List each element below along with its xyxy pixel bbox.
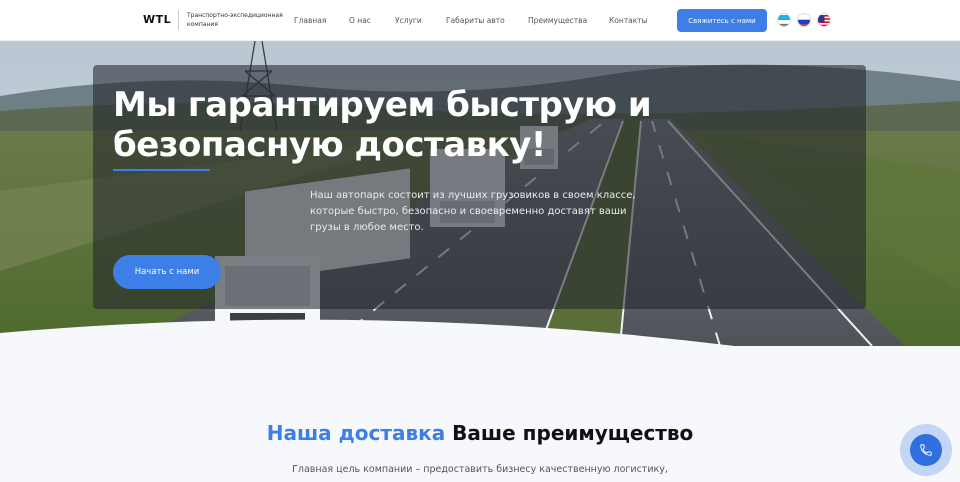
call-button[interactable] <box>910 434 942 466</box>
site-header: WTL Транспортно-экспедиционная компания … <box>0 0 960 41</box>
nav-services[interactable]: Услуги <box>395 16 422 25</box>
section-title: Наша доставка Ваше преимущество <box>0 421 960 445</box>
hero-title: Мы гарантируем быструю и безопасную дост… <box>113 85 652 165</box>
nav-dimensions[interactable]: Габариты авто <box>446 16 505 25</box>
start-with-us-button[interactable]: Начать с нами <box>113 255 221 289</box>
section-description: Главная цель компании – предоставить биз… <box>292 464 668 475</box>
nav-contacts[interactable]: Контакты <box>609 16 648 25</box>
hero-description: Наш автопарк состоит из лучших грузовико… <box>310 190 636 233</box>
nav-home[interactable]: Главная <box>294 16 326 25</box>
nav-advantages[interactable]: Преимущества <box>528 16 587 25</box>
contact-us-button[interactable]: Свяжитесь с нами <box>677 9 767 32</box>
section-title-rest: Ваше преимущество <box>452 421 694 445</box>
nav-about[interactable]: О нас <box>349 16 371 25</box>
logo-divider <box>178 10 179 30</box>
hero-section: Мы гарантируем быструю и безопасную дост… <box>0 41 960 346</box>
ru-flag-icon[interactable] <box>797 13 811 27</box>
uz-flag-icon[interactable] <box>777 13 791 27</box>
us-flag-icon[interactable] <box>817 13 831 27</box>
logo-subtitle: Транспортно-экспедиционная компания <box>187 12 283 28</box>
phone-icon <box>919 443 933 457</box>
section-title-accent: Наша доставка <box>266 421 446 445</box>
logo[interactable]: WTL <box>143 13 171 26</box>
hero-title-underline <box>113 169 210 171</box>
